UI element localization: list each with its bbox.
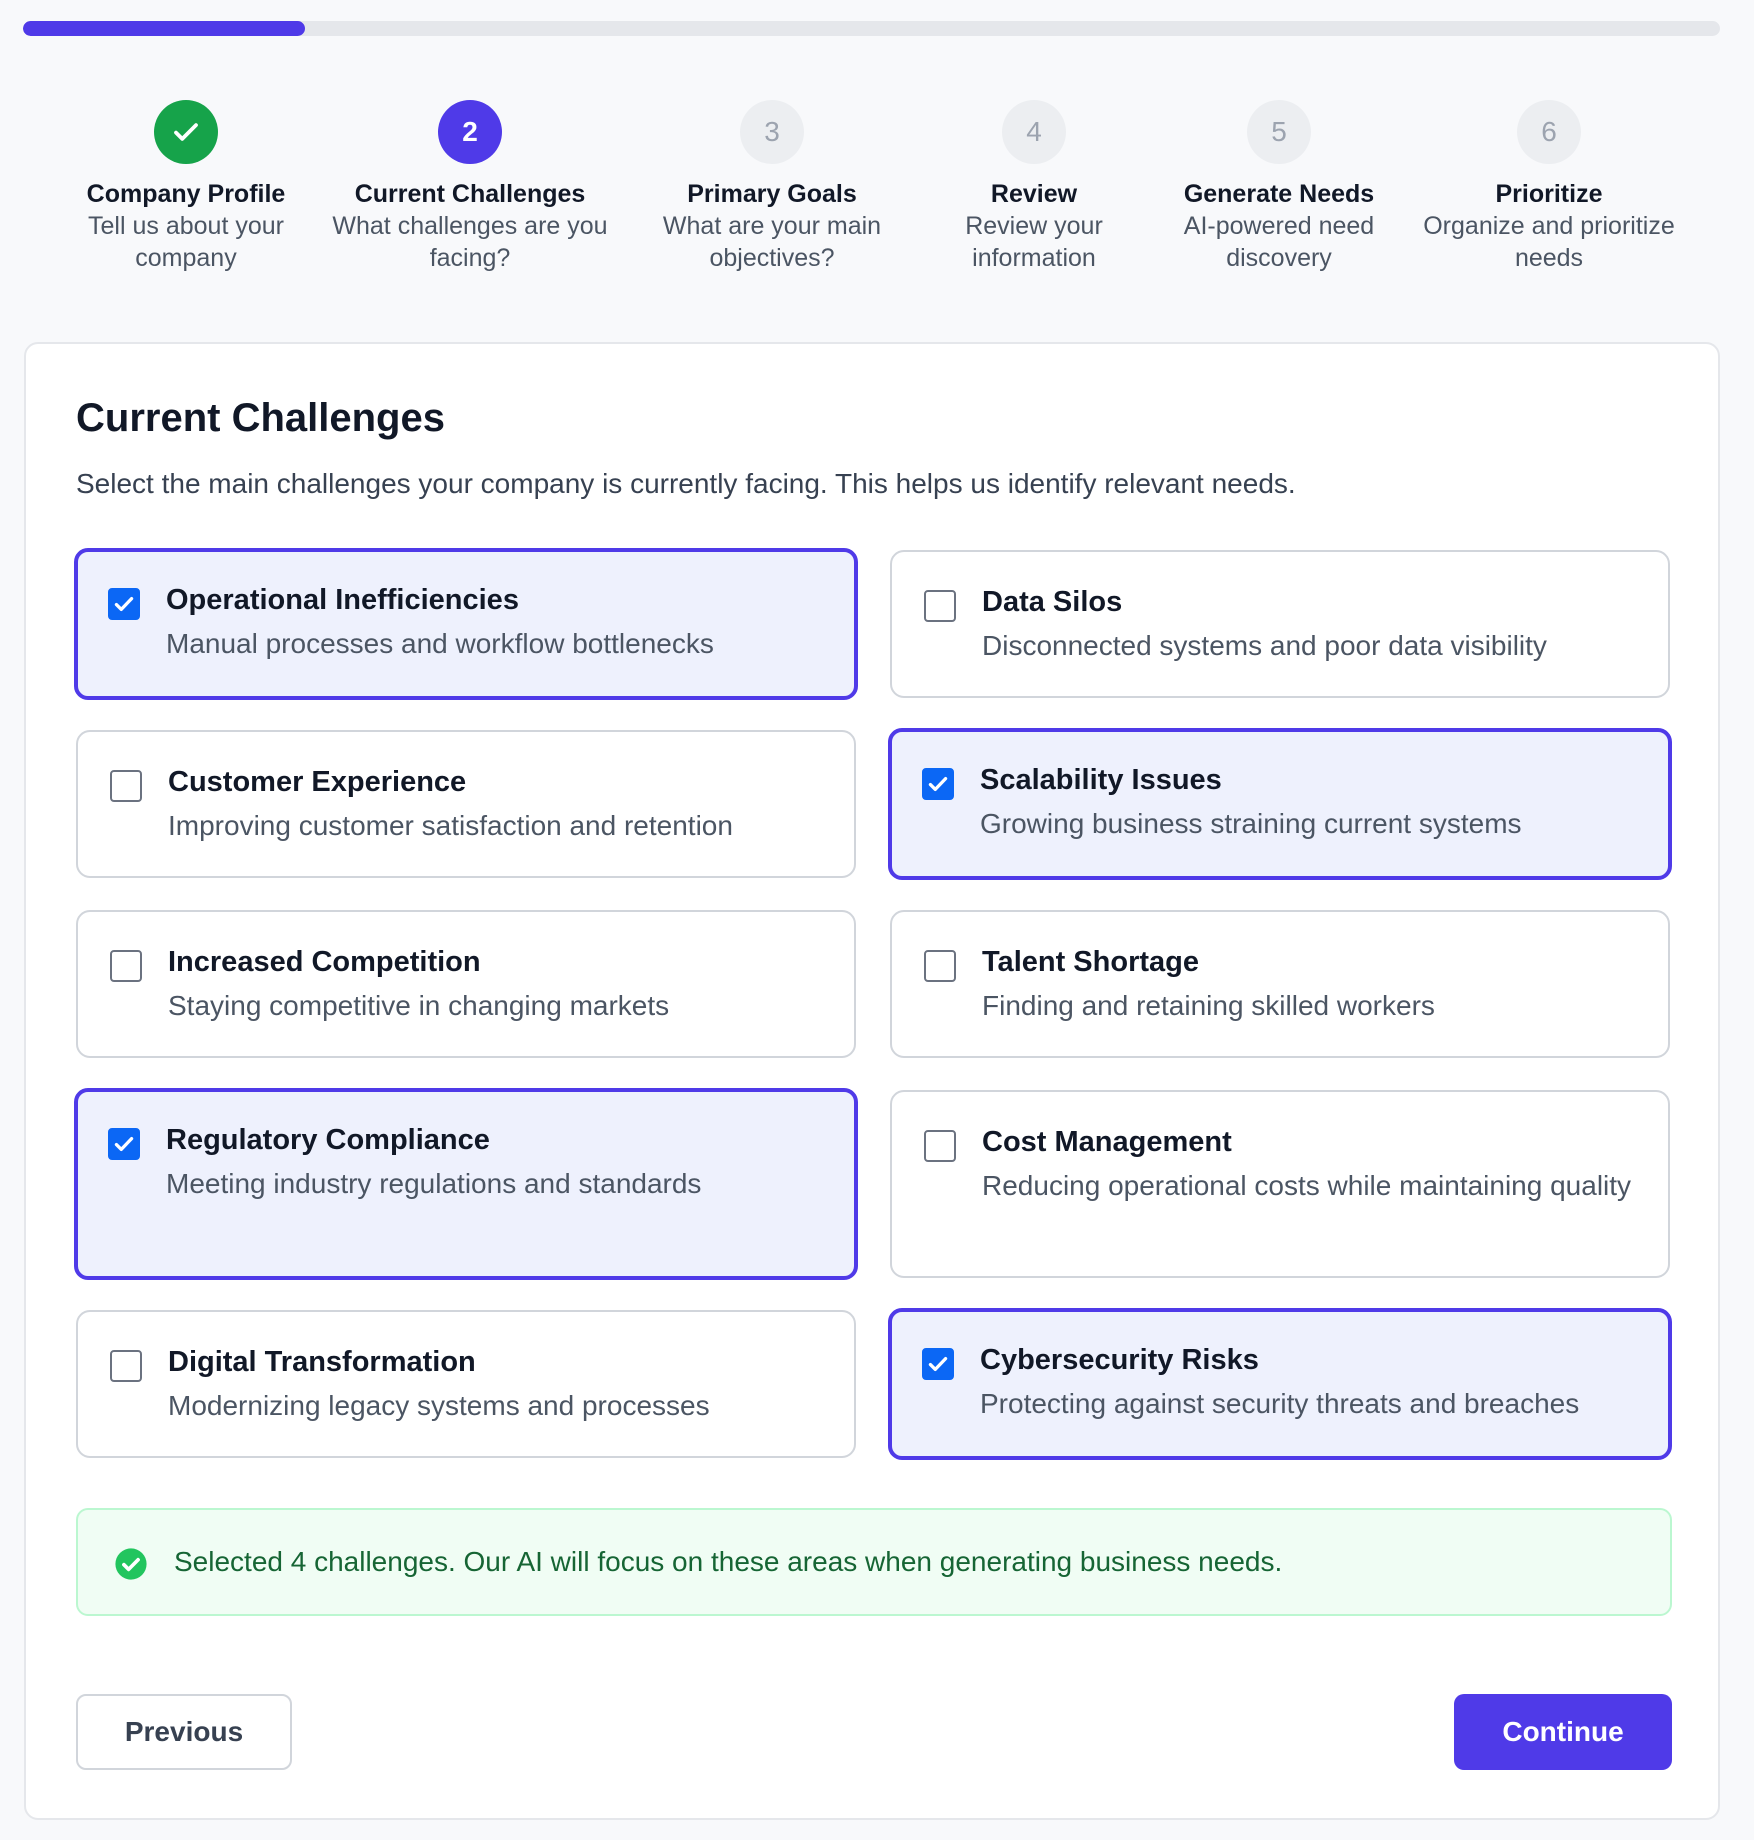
checkmark-icon	[928, 776, 948, 792]
step-description: Tell us about your company	[88, 212, 284, 272]
option-description: Growing business straining current syste…	[980, 808, 1522, 839]
option-cost-management[interactable]: Cost Management Reducing operational cost…	[890, 1090, 1670, 1278]
step-generate-needs[interactable]: 5 Generate Needs AI-powered need discove…	[1134, 100, 1424, 274]
option-customer-experience[interactable]: Customer Experience Improving customer sa…	[76, 730, 856, 878]
option-description: Meeting industry regulations and standar…	[166, 1168, 702, 1199]
step-title: Current Challenges	[354, 180, 586, 208]
option-talent-shortage[interactable]: Talent Shortage Finding and retaining ski…	[890, 910, 1670, 1058]
option-checkbox[interactable]	[108, 588, 140, 620]
stepper: Company Profile Tell us about your compa…	[0, 100, 1754, 290]
option-description: Disconnected systems and poor data visib…	[982, 630, 1547, 661]
option-checkbox[interactable]	[110, 1350, 142, 1382]
option-title: Operational Inefficiencies	[166, 584, 519, 616]
check-icon	[154, 100, 218, 164]
option-description: Staying competitive in changing markets	[168, 990, 670, 1021]
step-description: Organize and prioritize needs	[1423, 212, 1675, 272]
option-title: Regulatory Compliance	[166, 1124, 490, 1156]
option-scalability-issues[interactable]: Scalability Issues Growing business strai…	[888, 728, 1672, 880]
step-current-challenges[interactable]: 2 Current Challenges What challenges are…	[325, 100, 615, 274]
option-increased-competition[interactable]: Increased Competition Staying competitive…	[76, 910, 856, 1058]
step-description: What are your main objectives?	[662, 212, 882, 272]
option-title: Digital Transformation	[168, 1346, 476, 1378]
step-number: 3	[740, 100, 804, 164]
step-title: Generate Needs	[1183, 180, 1375, 208]
selection-notice: Selected 4 challenges. Our AI will focus…	[76, 1508, 1672, 1616]
option-checkbox[interactable]	[110, 770, 142, 802]
option-title: Cost Management	[982, 1126, 1232, 1158]
option-title: Cybersecurity Risks	[980, 1344, 1259, 1376]
option-checkbox[interactable]	[924, 590, 956, 622]
step-primary-goals[interactable]: 3 Primary Goals What are your main objec…	[627, 100, 917, 274]
option-operational-inefficiencies[interactable]: Operational Inefficiencies Manual process…	[74, 548, 858, 700]
option-title: Scalability Issues	[980, 764, 1222, 796]
checkmark-icon	[114, 596, 134, 612]
option-description: Reducing operational costs while maintai…	[982, 1170, 1632, 1201]
page-title: Current Challenges	[76, 396, 445, 440]
step-description: What challenges are you facing?	[332, 212, 608, 272]
page-subtitle: Select the main challenges your company …	[76, 468, 1296, 499]
previous-button[interactable]: Previous	[76, 1694, 292, 1770]
option-checkbox[interactable]	[922, 1348, 954, 1380]
option-checkbox[interactable]	[922, 768, 954, 800]
continue-button[interactable]: Continue	[1454, 1694, 1672, 1770]
checkmark-icon	[928, 1356, 948, 1372]
step-number: 2	[438, 100, 502, 164]
check-circle-icon	[115, 1548, 147, 1580]
option-title: Talent Shortage	[982, 946, 1199, 978]
step-number: 6	[1517, 100, 1581, 164]
challenges-card: Current Challenges Select the main chall…	[24, 342, 1720, 1820]
option-checkbox[interactable]	[110, 950, 142, 982]
option-checkbox[interactable]	[108, 1128, 140, 1160]
step-number: 4	[1002, 100, 1066, 164]
option-digital-transformation[interactable]: Digital Transformation Modernizing legacy…	[76, 1310, 856, 1458]
progress-fill	[23, 21, 305, 36]
checkmark-icon	[114, 1136, 134, 1152]
option-description: Manual processes and workflow bottleneck…	[166, 628, 714, 659]
option-description: Finding and retaining skilled workers	[982, 990, 1435, 1021]
option-regulatory-compliance[interactable]: Regulatory Compliance Meeting industry re…	[74, 1088, 858, 1280]
notice-text: Selected 4 challenges. Our AI will focus…	[174, 1546, 1283, 1577]
option-description: Protecting against security threats and …	[980, 1388, 1580, 1419]
step-prioritize[interactable]: 6 Prioritize Organize and prioritize nee…	[1404, 100, 1694, 274]
step-title: Company Profile	[86, 180, 286, 208]
option-description: Improving customer satisfaction and rete…	[168, 810, 733, 841]
step-description: AI-powered need discovery	[1183, 212, 1375, 272]
option-checkbox[interactable]	[924, 1130, 956, 1162]
step-title: Prioritize	[1495, 180, 1603, 208]
option-title: Customer Experience	[168, 766, 467, 798]
option-cybersecurity-risks[interactable]: Cybersecurity Risks Protecting against se…	[888, 1308, 1672, 1460]
step-company-profile[interactable]: Company Profile Tell us about your compa…	[41, 100, 331, 274]
option-checkbox[interactable]	[924, 950, 956, 982]
progress-bar	[23, 21, 1720, 36]
step-title: Primary Goals	[687, 180, 857, 208]
option-title: Increased Competition	[168, 946, 481, 978]
step-number: 5	[1247, 100, 1311, 164]
option-description: Modernizing legacy systems and processes	[168, 1390, 710, 1421]
option-title: Data Silos	[982, 586, 1123, 618]
option-data-silos[interactable]: Data Silos Disconnected systems and poor …	[890, 550, 1670, 698]
